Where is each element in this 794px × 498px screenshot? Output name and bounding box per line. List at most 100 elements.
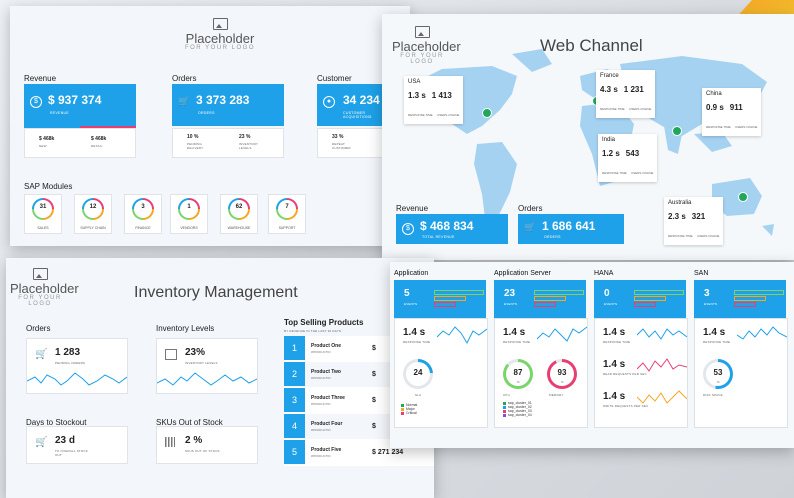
- revenue-kpi[interactable]: $ $ 937 374 REVENUE: [24, 84, 136, 126]
- module-ring: 62: [228, 198, 250, 220]
- orders-breakdown: 10 % PENDING DELIVERY 23 % INVENTORY LEV…: [172, 128, 284, 158]
- inv-orders-label: Orders: [26, 324, 51, 333]
- event-bar-major: [434, 296, 466, 301]
- users-label: USERS ONLINE: [697, 234, 720, 238]
- image-icon: [32, 268, 48, 280]
- web-revenue-value: $ 468 834: [420, 219, 474, 233]
- cart-icon: 🛒: [178, 96, 190, 106]
- product-name: Product Three: [311, 395, 345, 401]
- web-orders-label: Orders: [518, 204, 543, 213]
- orders-sub2-value: 23 %: [239, 134, 251, 140]
- customer-sub1-label: REPEAT CUSTOMER: [332, 142, 351, 150]
- response-time: 2.3 s: [668, 212, 686, 221]
- module-label: WAREHOUSE: [227, 226, 251, 230]
- cpu-caption: CPU: [503, 393, 510, 397]
- dollar-icon: $: [402, 223, 414, 235]
- disk-caption: DISK SPACE: [703, 393, 723, 397]
- systems-panel: Application 5 EVENTS 1.4 s RESPONSE TIME…: [390, 262, 794, 448]
- users-online: 1 231: [623, 85, 644, 94]
- application-time: 1.4 s: [403, 327, 426, 338]
- hana-card: 1.4 s RESPONSE TIME 1.4 s READ REQUESTS …: [594, 318, 688, 428]
- module-value: 7: [285, 204, 289, 210]
- legend-critical: Critical: [401, 411, 417, 415]
- response-time: 1.2 s: [602, 149, 620, 158]
- logo-sub: FOR YOUR LOGO: [18, 295, 62, 307]
- san-events-value: 3: [704, 288, 710, 299]
- web-orders-caption: ORDERS: [544, 235, 561, 239]
- customer-caption: CUSTOMER ACQUISITIONS: [343, 111, 372, 119]
- memory-caption: MEMORY: [549, 393, 564, 397]
- stockout-value: 23 d: [55, 435, 76, 446]
- response-time: 0.9 s: [706, 103, 724, 112]
- map-marker-usa[interactable]: [482, 108, 492, 118]
- sla-gauge: 24: [403, 359, 433, 389]
- event-bar-normal: [534, 290, 584, 295]
- module-card[interactable]: 7 SUPPORT: [268, 194, 306, 234]
- revenue-sub2-label: RETAIL: [91, 144, 103, 148]
- response-label: RESPONSE TIME: [600, 107, 625, 111]
- sku-card[interactable]: 2 % SKUS OUT OF STOCK: [156, 426, 258, 464]
- product-name: Product One: [311, 343, 342, 349]
- response-label: RESPONSE TIME: [706, 125, 731, 129]
- hana-response-sparkline: [637, 328, 687, 340]
- tooltip-china: China 0.9 s 911 RESPONSE TIME USERS ONLIN…: [702, 88, 762, 136]
- inv-orders-card[interactable]: 🛒 1 283 PENDING ORDERS: [26, 338, 128, 394]
- event-bar-major: [534, 296, 566, 301]
- product-id: #PRODUCTID: [311, 454, 331, 458]
- customer-sub1-value: 33 %: [332, 134, 344, 140]
- disk-gauge: 53: [703, 359, 733, 389]
- hana-events[interactable]: 0 EVENTS: [594, 280, 686, 318]
- users-online: 1 413: [431, 91, 452, 100]
- app-server-events[interactable]: 23 EVENTS: [494, 280, 586, 318]
- response-time-caption: RESPONSE TIME: [503, 340, 531, 344]
- product-name: Product Two: [311, 369, 341, 375]
- image-icon: [212, 18, 228, 30]
- inv-levels-caption: INVENTORY LEVELS: [185, 361, 218, 365]
- response-time-caption: RESPONSE TIME: [403, 340, 431, 344]
- product-revenue: $: [372, 371, 376, 378]
- product-name: Product Four: [311, 421, 343, 427]
- users-label: USERS ONLINE: [629, 107, 652, 111]
- stockout-caption: TO OVERALL STOCK OUT: [55, 449, 88, 457]
- levels-sparkline: [157, 372, 257, 386]
- events-caption: EVENTS: [504, 302, 518, 306]
- orders-kpi[interactable]: 🛒 3 373 283 ORDERS: [172, 84, 284, 126]
- app-server-events-value: 23: [504, 288, 516, 299]
- application-card: 1.4 s RESPONSE TIME 24 SLA Normal Major …: [394, 318, 488, 428]
- map-marker-india[interactable]: [672, 126, 682, 136]
- disk-value: 53: [713, 368, 723, 377]
- module-label: SALES: [37, 226, 49, 230]
- application-events[interactable]: 5 EVENTS: [394, 280, 486, 318]
- module-card[interactable]: 1 VENDORS: [170, 194, 208, 234]
- application-events-value: 5: [404, 288, 410, 299]
- web-orders-value: 1 686 641: [542, 219, 596, 233]
- inv-levels-label: Inventory Levels: [156, 324, 215, 333]
- web-revenue-kpi[interactable]: $ $ 468 834 TOTAL REVENUE: [396, 214, 508, 244]
- map-marker-australia[interactable]: [738, 192, 748, 202]
- orders-caption: ORDERS: [198, 111, 215, 115]
- event-bar-critical: [734, 302, 756, 307]
- module-card[interactable]: 12 SUPPLY CHAIN: [74, 194, 112, 234]
- tooltip-india: India 1.2 s 543 RESPONSE TIME USERS ONLIN…: [598, 134, 658, 182]
- event-bar-normal: [434, 290, 484, 295]
- hana-read-value: 1.4 s: [603, 359, 626, 370]
- app-server-sparkline: [537, 326, 587, 342]
- module-card[interactable]: 62 WAREHOUSE: [220, 194, 258, 234]
- stockout-card[interactable]: 🛒 23 d TO OVERALL STOCK OUT: [26, 426, 128, 464]
- product-revenue: $: [372, 345, 376, 352]
- module-card[interactable]: 3 FINANCE: [124, 194, 162, 234]
- event-bar-normal: [634, 290, 684, 295]
- cpu-unit: %: [517, 380, 520, 384]
- cpu-gauge: 87: [503, 359, 533, 389]
- module-card[interactable]: 31 SALES: [24, 194, 62, 234]
- module-ring: 12: [82, 198, 104, 220]
- users-label: USERS ONLINE: [735, 125, 758, 129]
- web-channel-panel: Placeholder FOR YOUR LOGO Web Channel US…: [382, 14, 794, 260]
- events-caption: EVENTS: [604, 302, 618, 306]
- response-time: 4.3 s: [600, 85, 618, 94]
- memory-unit: %: [561, 380, 564, 384]
- web-orders-kpi[interactable]: 🛒 1 686 641 ORDERS: [518, 214, 624, 244]
- san-events[interactable]: 3 EVENTS: [694, 280, 786, 318]
- inv-levels-card[interactable]: 23% INVENTORY LEVELS: [156, 338, 258, 394]
- response-label: RESPONSE TIME: [408, 113, 433, 117]
